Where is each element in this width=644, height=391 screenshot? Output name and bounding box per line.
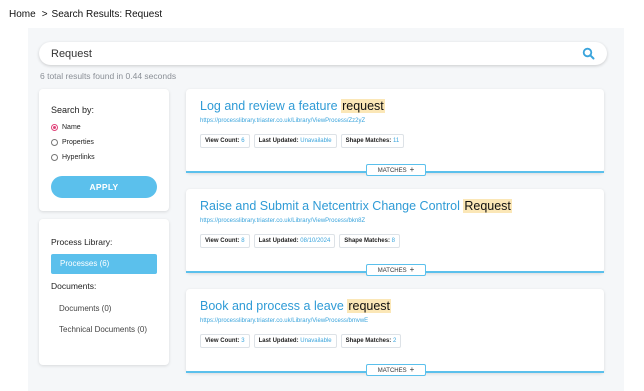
library-item-processes[interactable]: Processes (6) xyxy=(51,254,157,274)
result-badges: View Count: 8 Last Updated: 08/10/2024 S… xyxy=(200,234,400,248)
shape-matches-key: Shape Matches: xyxy=(345,138,392,144)
last-updated-badge: Last Updated: Unavailable xyxy=(253,334,337,348)
result-title-text: Raise and Submit a Netcentrix Change Con… xyxy=(200,199,464,213)
documents-heading: Documents: xyxy=(51,281,97,291)
last-updated-badge: Last Updated: 08/10/2024 xyxy=(253,234,336,248)
view-count-badge: View Count: 6 xyxy=(200,134,250,148)
breadcrumb: Home > Search Results: Request xyxy=(9,9,162,20)
view-count-badge: View Count: 8 xyxy=(200,234,250,248)
view-count-key: View Count: xyxy=(205,138,240,144)
result-url-link[interactable]: https://processlibrary.triaster.co.uk/Li… xyxy=(200,318,368,324)
view-count-value: 6 xyxy=(241,138,245,144)
radio-properties-label: Properties xyxy=(62,139,94,146)
search-icon[interactable] xyxy=(582,47,595,60)
view-count-value: 3 xyxy=(241,338,245,344)
shape-matches-badge: Shape Matches: 8 xyxy=(339,234,400,248)
library-item-technical-documents[interactable]: Technical Documents (0) xyxy=(59,324,155,336)
search-bar xyxy=(39,42,607,65)
radio-properties[interactable]: Properties xyxy=(51,139,94,146)
result-card: Log and review a feature request https:/… xyxy=(186,89,604,176)
plus-icon: + xyxy=(409,365,415,374)
result-card: Raise and Submit a Netcentrix Change Con… xyxy=(186,189,604,276)
last-updated-key: Last Updated: xyxy=(258,238,299,244)
shape-matches-value: 8 xyxy=(391,238,395,244)
result-title-highlight: request xyxy=(347,299,392,313)
radio-name-label: Name xyxy=(62,124,81,131)
view-count-key: View Count: xyxy=(205,238,240,244)
last-updated-value: 08/10/2024 xyxy=(300,238,331,244)
shape-matches-key: Shape Matches: xyxy=(345,338,392,344)
result-badges: View Count: 6 Last Updated: Unavailable … xyxy=(200,134,405,148)
plus-icon: + xyxy=(409,165,415,174)
shape-matches-value: 11 xyxy=(392,138,400,144)
breadcrumb-separator: > xyxy=(41,9,48,20)
result-title-text: Log and review a feature xyxy=(200,99,342,113)
search-filter-card: Search by: Name Properties Hyperlinks AP… xyxy=(39,89,169,211)
result-title-highlight: Request xyxy=(463,199,512,213)
result-url-link[interactable]: https://processlibrary.triaster.co.uk/Li… xyxy=(200,118,365,124)
matches-toggle-button[interactable]: MATCHES + xyxy=(366,364,426,376)
last-updated-key: Last Updated: xyxy=(258,138,299,144)
radio-hyperlinks-button[interactable] xyxy=(51,154,58,161)
matches-label: MATCHES xyxy=(377,168,407,174)
breadcrumb-current: Search Results: Request xyxy=(51,9,163,20)
shape-matches-key: Shape Matches: xyxy=(344,238,390,244)
shape-matches-value: 2 xyxy=(392,338,397,344)
result-title-highlight: request xyxy=(341,99,385,113)
view-count-value: 8 xyxy=(241,238,245,244)
last-updated-key: Last Updated: xyxy=(258,338,299,344)
result-title-link[interactable]: Raise and Submit a Netcentrix Change Con… xyxy=(200,199,512,213)
library-item-documents[interactable]: Documents (0) xyxy=(59,303,155,315)
result-card: Book and process a leave request https:/… xyxy=(186,289,604,376)
matches-toggle-button[interactable]: MATCHES + xyxy=(366,264,426,276)
result-title-text: Book and process a leave xyxy=(200,299,348,313)
radio-properties-button[interactable] xyxy=(51,139,58,146)
plus-icon: + xyxy=(409,265,415,274)
radio-hyperlinks[interactable]: Hyperlinks xyxy=(51,154,95,161)
library-card: Process Library: Processes (6) Documents… xyxy=(39,219,169,365)
shape-matches-badge: Shape Matches: 11 xyxy=(340,134,405,148)
result-title-link[interactable]: Log and review a feature request xyxy=(200,99,385,113)
matches-label: MATCHES xyxy=(377,268,407,274)
radio-name-button[interactable] xyxy=(51,124,58,131)
apply-button[interactable]: APPLY xyxy=(51,176,157,198)
search-by-label: Search by: xyxy=(51,105,95,115)
last-updated-badge: Last Updated: Unavailable xyxy=(253,134,337,148)
view-count-key: View Count: xyxy=(205,338,240,344)
matches-toggle-button[interactable]: MATCHES + xyxy=(366,164,426,176)
radio-name[interactable]: Name xyxy=(51,124,81,131)
result-url-link[interactable]: https://processlibrary.triaster.co.uk/Li… xyxy=(200,218,365,224)
matches-label: MATCHES xyxy=(377,368,407,374)
view-count-badge: View Count: 3 xyxy=(200,334,250,348)
result-title-link[interactable]: Book and process a leave request xyxy=(200,299,392,313)
breadcrumb-home[interactable]: Home xyxy=(9,9,36,20)
radio-hyperlinks-label: Hyperlinks xyxy=(62,154,95,161)
last-updated-value: Unavailable xyxy=(300,338,332,344)
search-input[interactable] xyxy=(51,42,571,65)
last-updated-value: Unavailable xyxy=(300,138,332,144)
result-badges: View Count: 3 Last Updated: Unavailable … xyxy=(200,334,402,348)
process-library-heading: Process Library: xyxy=(51,237,113,247)
shape-matches-badge: Shape Matches: 2 xyxy=(340,334,402,348)
results-count: 6 total results found in 0.44 seconds xyxy=(40,71,177,81)
